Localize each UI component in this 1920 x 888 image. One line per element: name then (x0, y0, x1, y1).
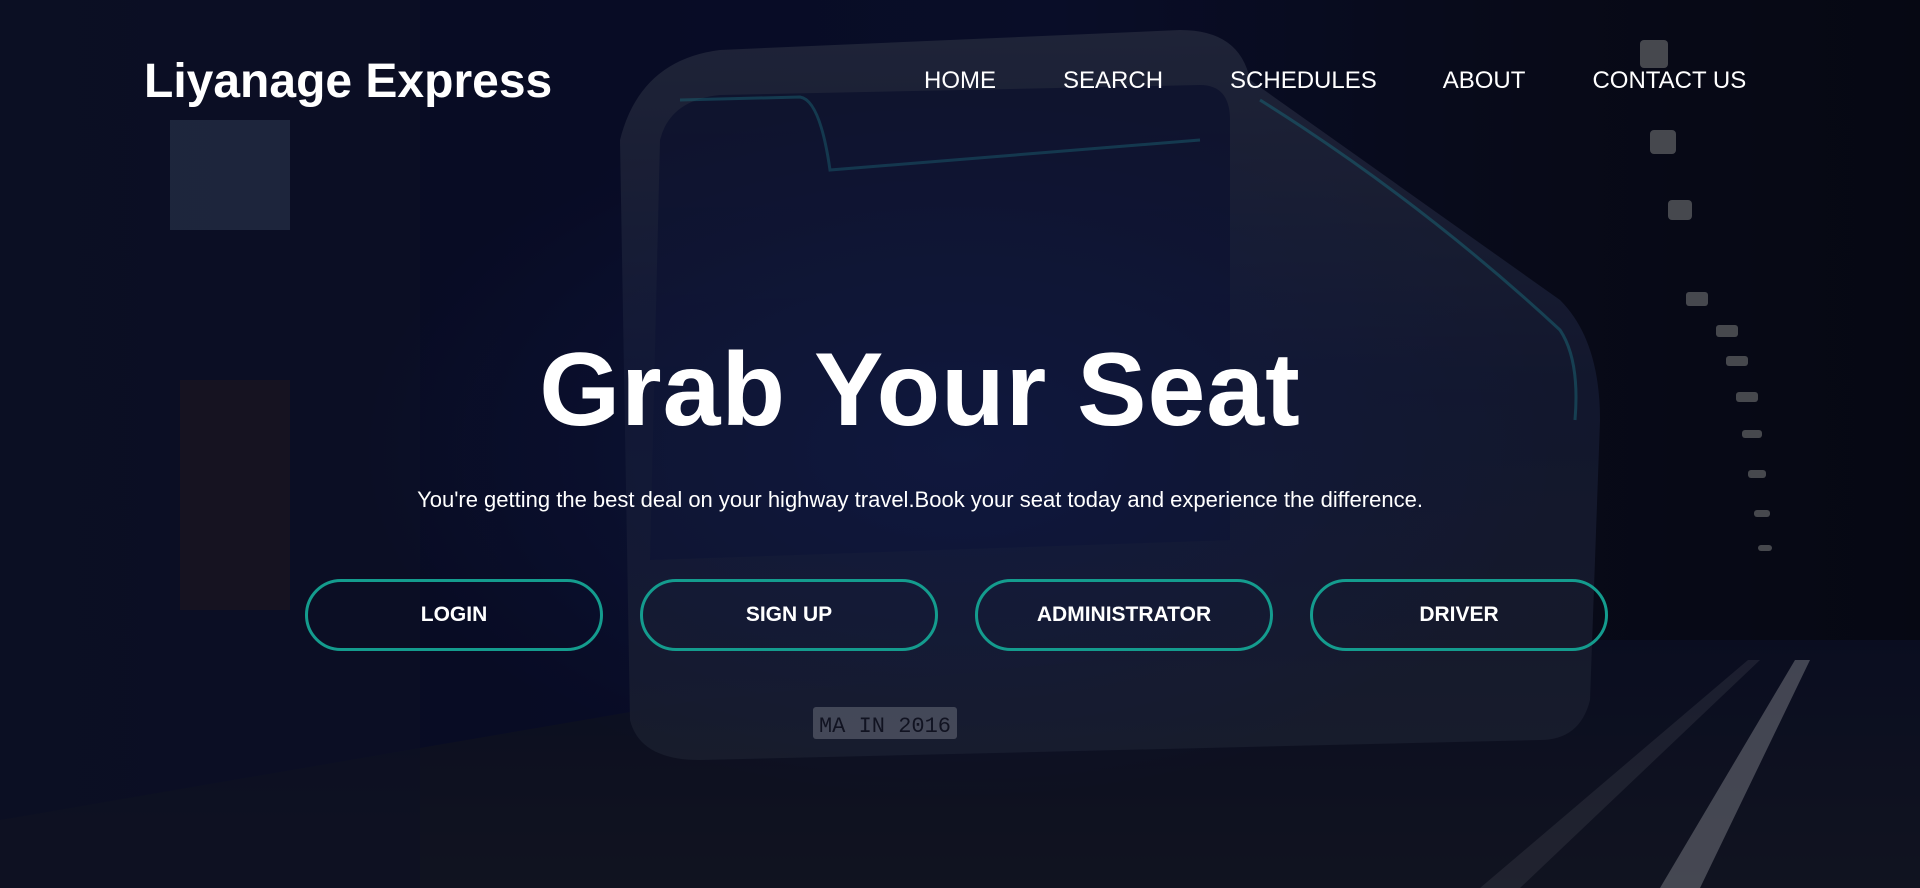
hero-tagline-text: You're getting the best deal on your hig… (417, 487, 1423, 512)
nav-link-contact-us[interactable]: CONTACT US (1592, 66, 1746, 96)
nav-link-search[interactable]: SEARCH (1063, 66, 1163, 96)
administrator-button[interactable]: ADMINISTRATOR (975, 579, 1273, 651)
brand-logo[interactable]: Liyanage Express (144, 52, 552, 112)
nav-link-schedules[interactable]: SCHEDULES (1230, 66, 1377, 96)
nav-link-about[interactable]: ABOUT (1443, 66, 1526, 96)
driver-button[interactable]: DRIVER (1310, 579, 1608, 651)
hero-button-group: LOGIN SIGN UP ADMINISTRATOR DRIVER (305, 579, 1608, 651)
hero-section: MA IN 2016 Liyanage Express HOME SEARCH … (0, 0, 1920, 888)
login-button[interactable]: LOGIN (305, 579, 603, 651)
hero-tagline: You're getting the best deal on your hig… (0, 486, 1920, 514)
main-nav: HOME SEARCH SCHEDULES ABOUT CONTACT US (924, 66, 1746, 96)
sign-up-button[interactable]: SIGN UP (640, 579, 938, 651)
nav-link-home[interactable]: HOME (924, 66, 996, 96)
hero-headline-text: Grab Your Seat (539, 332, 1301, 448)
hero-headline: Grab Your Seat (0, 330, 1920, 450)
